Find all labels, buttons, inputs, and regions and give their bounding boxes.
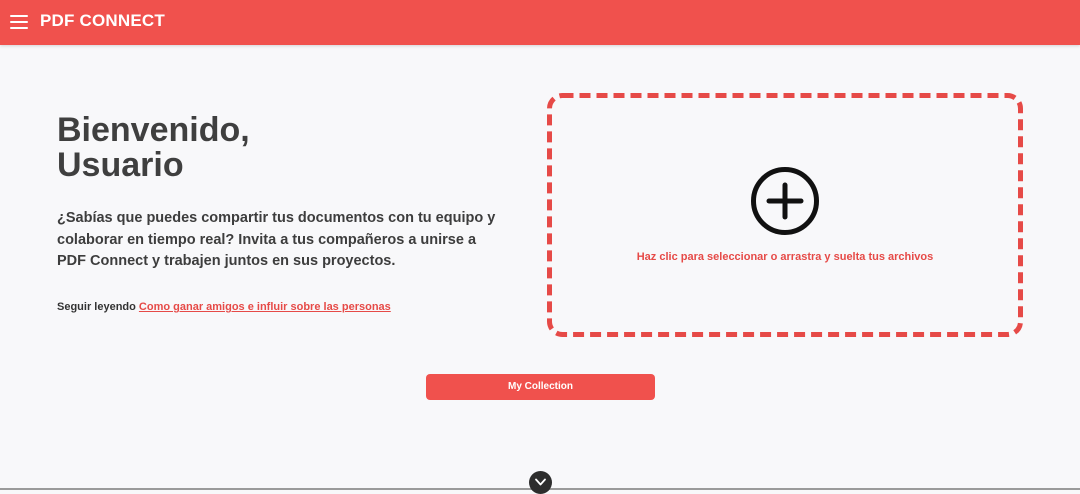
app-title: PDF CONNECT	[40, 11, 165, 30]
chevron-down-icon	[535, 478, 546, 486]
dropzone-instruction: Haz clic para seleccionar o arrastra y s…	[636, 251, 934, 263]
welcome-heading: Bienvenido, Usuario	[57, 113, 250, 183]
read-more-link[interactable]: Como ganar amigos e influir sobre las pe…	[139, 301, 391, 313]
read-more-label: Seguir leyendo	[57, 301, 136, 313]
file-dropzone[interactable]: Haz clic para seleccionar o arrastra y s…	[547, 93, 1023, 337]
plus-circle-icon[interactable]	[750, 166, 820, 236]
my-collection-button[interactable]: My Collection	[426, 374, 655, 400]
read-more-row: Seguir leyendo Como ganar amigos e influ…	[57, 300, 391, 314]
scroll-down-button[interactable]	[529, 471, 552, 494]
welcome-greeting: Bienvenido,	[57, 111, 250, 149]
top-app-bar: PDF CONNECT	[0, 0, 1080, 45]
welcome-username: Usuario	[57, 146, 184, 184]
hamburger-menu-icon[interactable]	[10, 13, 28, 31]
intro-paragraph: ¿Sabías que puedes compartir tus documen…	[57, 210, 496, 269]
